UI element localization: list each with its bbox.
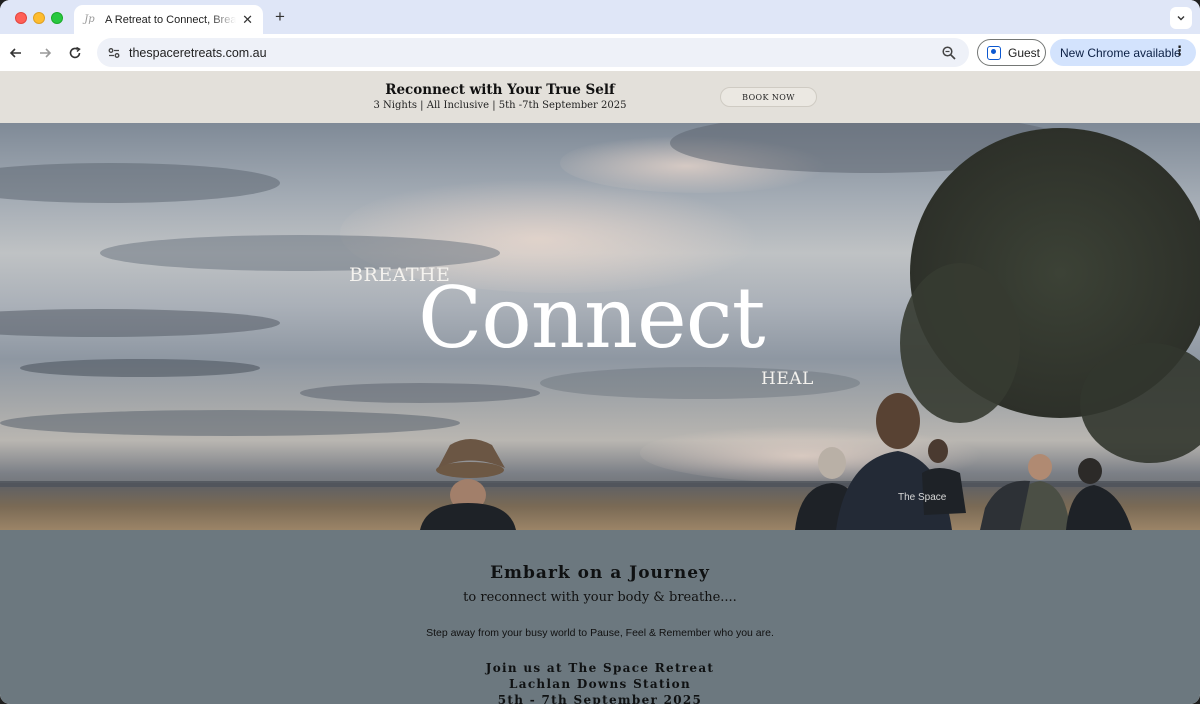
shirt-logo-text: The Space — [898, 492, 947, 503]
intro-section: Embark on a Journey to reconnect with yo… — [0, 530, 1200, 704]
announcement-bar: Reconnect with Your True Self 3 Nights |… — [0, 71, 1200, 123]
tab-favicon-icon: Jp — [84, 14, 95, 25]
zoom-icon[interactable] — [941, 45, 957, 61]
hero-banner: The Space BREATHE Connect HEAL — [0, 123, 1200, 530]
intro-body: Step away from your busy world to Pause,… — [426, 627, 774, 639]
update-label: New Chrome available — [1060, 45, 1181, 60]
person-icon — [987, 45, 1001, 60]
minimize-window-button[interactable] — [33, 12, 45, 24]
browser-tab[interactable]: Jp A Retreat to Connect, Breathe & Heal … — [74, 5, 263, 34]
retreat-details: Join us at The Space Retreat Lachlan Dow… — [0, 660, 1200, 704]
more-options-icon[interactable]: ⋮ — [1173, 44, 1186, 57]
close-icon[interactable]: ✕ — [240, 12, 255, 28]
intro-subtitle: to reconnect with your body & breathe...… — [463, 590, 737, 605]
site-info-icon[interactable] — [103, 42, 125, 64]
hero-word-connect: Connect — [418, 269, 766, 367]
plus-icon[interactable]: + — [270, 7, 290, 27]
guest-profile-button[interactable]: Guest — [977, 39, 1046, 66]
arrow-right-icon[interactable] — [34, 42, 56, 64]
chrome-update-button[interactable]: New Chrome available ⋮ — [1050, 39, 1196, 66]
tab-bar: Jp A Retreat to Connect, Breathe & Heal … — [0, 0, 1200, 34]
intro-title: Embark on a Journey — [490, 563, 710, 583]
address-bar[interactable]: thespaceretreats.com.au — [97, 38, 969, 67]
tab-title: A Retreat to Connect, Breathe & Heal — [104, 13, 237, 26]
announcement-subtitle: 3 Nights | All Inclusive | 5th -7th Sept… — [373, 100, 627, 111]
browser-window: Jp A Retreat to Connect, Breathe & Heal … — [0, 0, 1200, 704]
announcement-title: Reconnect with Your True Self — [385, 82, 615, 98]
arrow-left-icon[interactable] — [5, 42, 27, 64]
close-window-button[interactable] — [15, 12, 27, 24]
guest-label: Guest — [1008, 45, 1041, 60]
web-page: Reconnect with Your True Self 3 Nights |… — [0, 71, 1200, 704]
chevron-down-icon[interactable] — [1170, 7, 1192, 29]
retreat-name: Join us at The Space Retreat — [485, 661, 715, 675]
url-text[interactable]: thespaceretreats.com.au — [129, 46, 267, 60]
maximize-window-button[interactable] — [51, 12, 63, 24]
retreat-dates: 5th - 7th September 2025 — [497, 693, 703, 704]
browser-toolbar: thespaceretreats.com.au Guest New Chrome… — [0, 34, 1200, 71]
retreat-location: Lachlan Downs Station — [509, 677, 691, 691]
hero-word-heal: HEAL — [761, 369, 814, 389]
reload-icon[interactable] — [64, 42, 86, 64]
book-now-button[interactable]: BOOK NOW — [720, 87, 817, 107]
